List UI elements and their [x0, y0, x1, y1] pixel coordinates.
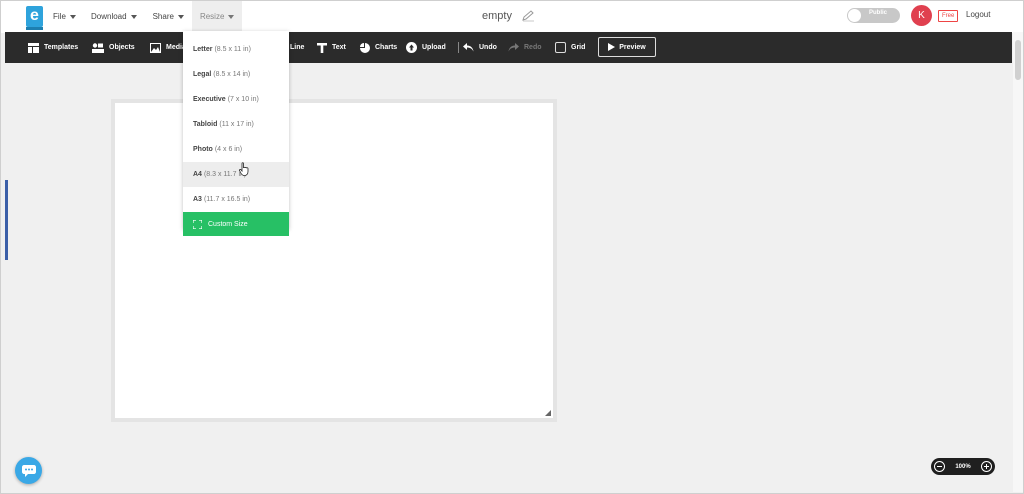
toolbar-divider [458, 42, 459, 53]
top-bar: e File Download Share Resize empty Publi… [0, 0, 1024, 33]
plan-badge[interactable]: Free [938, 10, 959, 22]
vertical-scrollbar[interactable] [1013, 32, 1023, 492]
templates-label: Templates [44, 44, 79, 51]
upload-button[interactable]: Upload [406, 32, 446, 63]
templates-icon [28, 42, 39, 53]
text-button[interactable]: Text [317, 32, 346, 63]
toggle-knob [848, 9, 861, 22]
undo-button[interactable]: Undo [463, 32, 497, 63]
redo-button[interactable]: Redo [508, 32, 542, 63]
option-size: (11.7 x 16.5 in) [203, 196, 251, 203]
objects-label: Objects [109, 44, 135, 51]
hand-cursor-icon [239, 162, 249, 176]
undo-label: Undo [479, 44, 497, 51]
side-panel-edge[interactable] [5, 180, 8, 260]
resize-grip-icon[interactable] [545, 410, 551, 416]
redo-icon [508, 43, 519, 52]
menu-resize[interactable]: Resize [191, 0, 243, 33]
menu-download-label: Download [91, 12, 127, 21]
menu-file-label: File [53, 12, 66, 21]
visibility-label: Public [869, 10, 888, 16]
upload-label: Upload [422, 44, 446, 51]
menu-download[interactable]: Download [83, 0, 145, 33]
text-icon [317, 42, 327, 53]
zoom-control: 100% [931, 458, 995, 475]
grid-checkbox[interactable] [555, 42, 566, 53]
charts-label: Charts [375, 44, 398, 51]
document-title-text: empty [482, 10, 512, 22]
objects-button[interactable]: Objects [92, 32, 135, 63]
resize-option-a4[interactable]: A4 (8.3 x 11.7 in) [183, 162, 289, 187]
play-icon [608, 43, 616, 51]
expand-icon [193, 219, 202, 229]
editor-toolbar: Templates Objects Media Line Text Charts [5, 32, 1012, 63]
pencil-icon[interactable] [521, 10, 535, 22]
main-menu: File Download Share Resize [45, 0, 243, 33]
line-label: Line [290, 44, 305, 51]
menu-share-label: Share [152, 12, 174, 21]
scrollbar-thumb[interactable] [1015, 40, 1021, 80]
menu-resize-label: Resize [199, 12, 225, 21]
option-name: Legal [193, 71, 212, 78]
upload-icon [406, 42, 417, 53]
resize-option-tabloid[interactable]: Tabloid (11 x 17 in) [183, 112, 289, 137]
text-label: Text [332, 44, 346, 51]
menu-share[interactable]: Share [145, 0, 192, 33]
avatar[interactable]: K [911, 5, 932, 26]
option-name: Tabloid [193, 121, 218, 128]
redo-label: Redo [524, 44, 542, 51]
zoom-level: 100% [955, 463, 971, 470]
zoom-in-icon[interactable] [980, 461, 992, 472]
grid-label: Grid [571, 44, 586, 51]
app-logo[interactable]: e [26, 6, 43, 30]
charts-button[interactable]: Charts [360, 32, 397, 63]
chevron-down-icon [69, 14, 76, 19]
custom-size-label: Custom Size [208, 220, 248, 228]
document-title[interactable]: empty [482, 10, 535, 22]
option-name: A4 [193, 171, 202, 178]
chevron-down-icon [228, 14, 235, 19]
zoom-out-icon[interactable] [934, 461, 945, 472]
chat-icon [21, 464, 36, 477]
option-name: Photo [193, 146, 213, 153]
option-size: (4 x 6 in) [214, 146, 243, 153]
templates-button[interactable]: Templates [28, 32, 78, 63]
chevron-down-icon [177, 14, 184, 19]
menu-file[interactable]: File [45, 0, 83, 33]
resize-option-legal[interactable]: Legal (8.5 x 14 in) [183, 62, 289, 87]
logout-link[interactable]: Logout [966, 10, 990, 19]
chat-button[interactable] [15, 457, 42, 484]
option-name: A3 [193, 196, 202, 203]
objects-icon [92, 42, 104, 53]
image-icon [150, 42, 161, 53]
pie-chart-icon [360, 42, 370, 53]
option-name: Letter [193, 46, 213, 53]
option-name: Executive [193, 96, 226, 103]
custom-size-button[interactable]: Custom Size [183, 212, 289, 236]
visibility-toggle[interactable]: Public [847, 8, 900, 23]
media-button[interactable]: Media [150, 32, 186, 63]
resize-option-photo[interactable]: Photo (4 x 6 in) [183, 137, 289, 162]
resize-option-executive[interactable]: Executive (7 x 10 in) [183, 87, 289, 112]
chevron-down-icon [130, 14, 137, 19]
design-canvas[interactable] [111, 99, 557, 422]
resize-dropdown: Letter (8.5 x 11 in) Legal (8.5 x 14 in) E… [183, 31, 289, 236]
grid-toggle[interactable]: Grid [555, 32, 585, 63]
resize-option-a3[interactable]: A3 (11.7 x 16.5 in) [183, 187, 289, 212]
option-size: (11 x 17 in) [219, 121, 254, 128]
option-size: (8.5 x 14 in) [213, 71, 251, 78]
option-size: (8.5 x 11 in) [214, 46, 251, 53]
resize-option-letter[interactable]: Letter (8.5 x 11 in) [183, 37, 289, 62]
undo-icon [463, 43, 474, 52]
option-size: (7 x 10 in) [227, 96, 259, 103]
preview-label: Preview [619, 43, 646, 51]
preview-button[interactable]: Preview [598, 37, 656, 57]
